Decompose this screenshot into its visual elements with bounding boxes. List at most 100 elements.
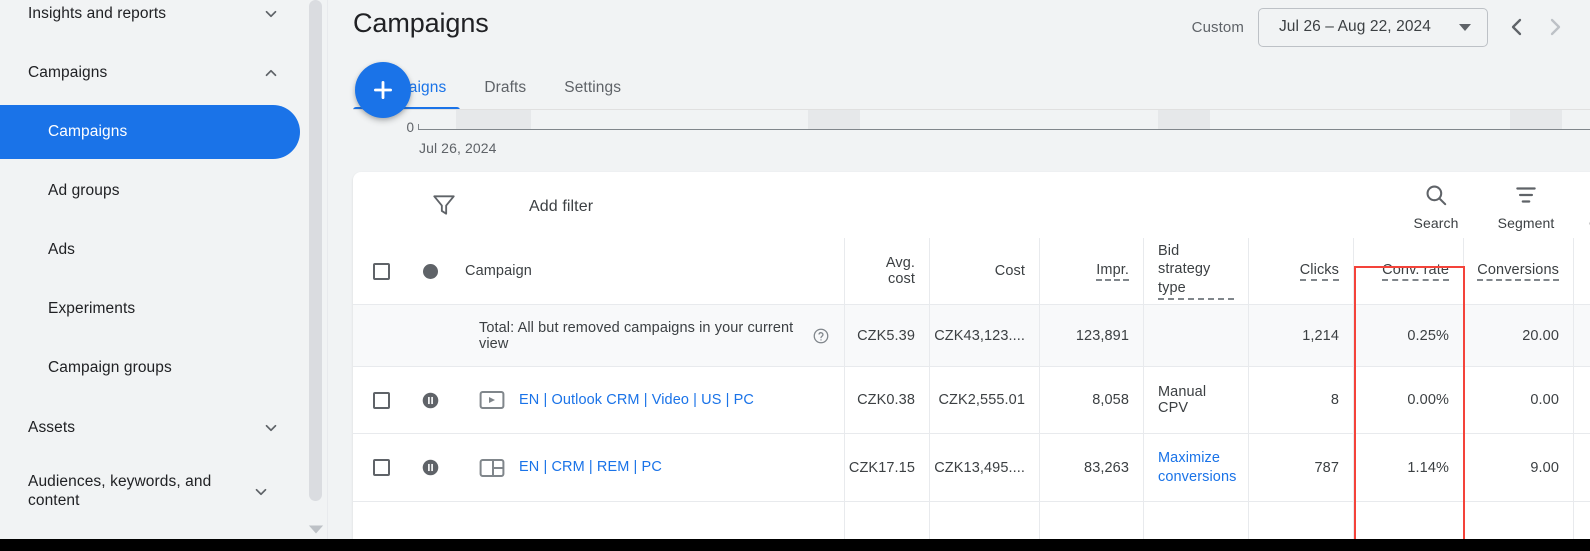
row-checkbox-cell[interactable] <box>353 367 409 433</box>
display-campaign-icon <box>479 457 505 479</box>
funnel-icon[interactable] <box>431 192 457 218</box>
campaign-name-link[interactable]: EN | CRM | REM | PC <box>519 458 662 477</box>
checkbox-icon[interactable] <box>372 391 390 409</box>
column-header-bid-strategy-type[interactable]: Bid strategy type <box>1144 238 1249 304</box>
search-icon <box>1423 182 1449 208</box>
new-campaign-button[interactable] <box>355 62 411 118</box>
sidebar-item-ad-groups[interactable]: Ad groups <box>0 164 300 218</box>
row-conversions: 0.00 <box>1464 367 1574 433</box>
column-header-label: Avg. cost <box>885 255 915 287</box>
sidebar-item-label: Campaigns <box>48 123 128 140</box>
row-checkbox-cell[interactable] <box>353 434 409 501</box>
row-conversions: 9.00 <box>1464 434 1574 501</box>
pause-icon <box>422 392 439 409</box>
total-conversions: 20.00 <box>1464 305 1574 366</box>
total-checkbox-cell <box>353 305 409 366</box>
segment-button[interactable]: Segment <box>1480 182 1572 231</box>
columns-button[interactable]: Columns <box>1571 182 1590 231</box>
table-total-row: Total: All but removed campaigns in your… <box>353 305 1590 367</box>
table-header-row: Campaign Avg. cost Cost Impr. Bid strate… <box>353 238 1590 305</box>
sidebar-group-insights-and-reports[interactable]: Insights and reports <box>0 0 300 36</box>
status-column-header[interactable] <box>409 238 451 304</box>
sidebar-group-campaigns[interactable]: Campaigns <box>0 51 300 95</box>
column-header-cost[interactable]: Cost <box>930 238 1040 304</box>
column-header-impr[interactable]: Impr. <box>1040 238 1144 304</box>
sidebar-item-experiments[interactable]: Experiments <box>0 282 300 336</box>
total-cost: CZK43,123.... <box>930 305 1040 366</box>
bid-strategy-link[interactable]: Maximize conversions <box>1158 449 1236 486</box>
column-header-campaign[interactable]: Campaign <box>451 238 845 304</box>
column-header-label: Impr. <box>1096 262 1129 281</box>
column-header-label: Conversions <box>1477 262 1559 281</box>
campaigns-table: Campaign Avg. cost Cost Impr. Bid strate… <box>353 238 1590 551</box>
tool-label: Segment <box>1497 215 1555 231</box>
chevron-down-icon[interactable] <box>305 521 327 537</box>
bottom-edge-bar <box>0 539 1590 551</box>
triangle-down-icon <box>1459 23 1471 31</box>
sidebar-group-label: Assets <box>28 418 76 436</box>
page-title: Campaigns <box>353 8 489 38</box>
help-circle-icon[interactable] <box>812 327 830 345</box>
date-preset-label: Custom <box>1191 18 1244 36</box>
previous-period-button[interactable] <box>1500 10 1534 44</box>
column-header-overflow <box>1574 238 1590 304</box>
google-ads-campaigns-screen: Insights and reports Campaigns Campaigns… <box>0 0 1590 551</box>
table-toolbar: Add filter Search Segment <box>353 172 1590 238</box>
row-overflow-cell <box>1574 367 1590 433</box>
date-range-picker-button[interactable]: Jul 26 – Aug 22, 2024 <box>1257 7 1488 47</box>
sidebar-item-ads[interactable]: Ads <box>0 223 300 277</box>
row-avg-cost: CZK17.15 <box>845 434 930 501</box>
video-campaign-icon <box>479 389 505 411</box>
tab-drafts[interactable]: Drafts <box>470 66 540 110</box>
row-avg-cost: CZK0.38 <box>845 367 930 433</box>
sidebar-group-label: Audiences, keywords, and content <box>28 473 212 509</box>
total-status-cell <box>409 305 451 366</box>
column-header-clicks[interactable]: Clicks <box>1249 238 1354 304</box>
row-clicks: 787 <box>1249 434 1354 501</box>
add-filter-button[interactable]: Add filter <box>529 198 593 216</box>
performance-chart[interactable]: 0 Jul 26, 2024 <box>328 110 1590 172</box>
chevron-down-icon <box>262 5 280 23</box>
row-campaign-cell[interactable]: EN | Outlook CRM | Video | US | PC <box>451 367 845 433</box>
column-header-conv-rate[interactable]: Conv. rate <box>1354 238 1464 304</box>
sidebar-group-audiences-keywords-and-content[interactable]: Audiences, keywords, and content <box>0 464 300 520</box>
sidebar-scrollbar-thumb[interactable] <box>309 0 322 501</box>
table-row[interactable]: EN | CRM | REM | PC CZK17.15 CZK13,495..… <box>353 434 1590 502</box>
next-period-button[interactable] <box>1538 10 1572 44</box>
tab-settings[interactable]: Settings <box>550 66 635 110</box>
status-dot-icon <box>422 263 438 279</box>
total-label: Total: All but removed campaigns in your… <box>479 319 794 352</box>
column-header-conversions[interactable]: Conversions <box>1464 238 1574 304</box>
sidebar-group-assets[interactable]: Assets <box>0 406 300 450</box>
chart-x-axis-start-label: Jul 26, 2024 <box>419 140 497 156</box>
row-status-cell[interactable] <box>409 367 451 433</box>
chevron-up-icon <box>262 64 280 82</box>
campaign-name-link[interactable]: EN | Outlook CRM | Video | US | PC <box>519 391 754 410</box>
sidebar-item-label: Experiments <box>48 300 136 317</box>
total-impr: 123,891 <box>1040 305 1144 366</box>
column-header-label: Conv. rate <box>1382 262 1449 281</box>
table-row[interactable]: EN | Outlook CRM | Video | US | PC CZK0.… <box>353 367 1590 434</box>
search-button[interactable]: Search <box>1390 182 1482 231</box>
sidebar-item-campaigns[interactable]: Campaigns <box>0 105 300 159</box>
row-status-cell[interactable] <box>409 434 451 501</box>
row-cost: CZK13,495.... <box>930 434 1040 501</box>
checkbox-icon[interactable] <box>372 459 390 476</box>
checkbox-icon[interactable] <box>372 262 390 280</box>
date-range-value: Jul 26 – Aug 22, 2024 <box>1278 18 1431 35</box>
column-header-avg-cost[interactable]: Avg. cost <box>845 238 930 304</box>
row-campaign-cell[interactable]: EN | CRM | REM | PC <box>451 434 845 501</box>
sidebar-item-campaign-groups[interactable]: Campaign groups <box>0 341 300 395</box>
sidebar-item-label: Campaign groups <box>48 359 172 376</box>
chart-weekend-band <box>808 110 860 130</box>
column-header-label: Bid strategy type <box>1158 242 1234 300</box>
total-avg-cost: CZK5.39 <box>845 305 930 366</box>
row-clicks: 8 <box>1249 367 1354 433</box>
row-impr: 83,263 <box>1040 434 1144 501</box>
row-bid-strategy-type[interactable]: Maximize conversions <box>1144 434 1249 501</box>
total-bid-strategy-type <box>1144 305 1249 366</box>
total-clicks: 1,214 <box>1249 305 1354 366</box>
tool-label: Search <box>1413 215 1459 231</box>
select-all-cell[interactable] <box>353 238 409 304</box>
tab-label: Drafts <box>484 79 527 96</box>
